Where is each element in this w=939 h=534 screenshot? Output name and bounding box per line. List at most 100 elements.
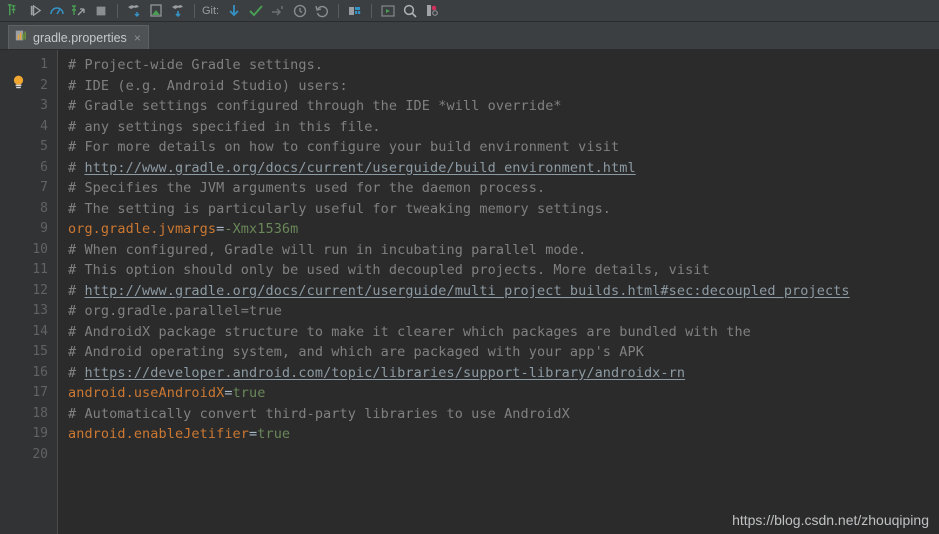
- line-number: 1: [40, 57, 48, 72]
- property-key: org.gradle.jvmargs: [68, 221, 217, 237]
- line-number: 19: [32, 426, 48, 441]
- code-line[interactable]: # When configured, Gradle will run in in…: [68, 240, 939, 261]
- code-line[interactable]: # https://developer.android.com/topic/li…: [68, 363, 939, 384]
- code-line[interactable]: # This option should only be used with d…: [68, 260, 939, 281]
- property-value: -Xmx1536m: [224, 221, 299, 237]
- toolbar-separator-3: [338, 3, 340, 18]
- line-number: 9: [40, 221, 48, 236]
- code-line[interactable]: # Android operating system, and which ar…: [68, 342, 939, 363]
- code-line[interactable]: # For more details on how to configure y…: [68, 137, 939, 158]
- code-line[interactable]: # http://www.gradle.org/docs/current/use…: [68, 158, 939, 179]
- line-number-gutter: 1 2 3 4 5 6 7 8 9 10 11 12 13 14 15 16 17 18 19 20: [0, 50, 58, 534]
- comment-prefix: #: [68, 364, 85, 381]
- run-anything-icon[interactable]: [377, 1, 399, 21]
- layout-editor-icon[interactable]: [344, 1, 366, 21]
- property-value: true: [232, 385, 266, 401]
- vcs-push-icon[interactable]: [267, 1, 289, 21]
- properties-file-icon: [15, 29, 28, 47]
- main-toolbar: Git:: [0, 0, 939, 22]
- line-number: 15: [32, 344, 48, 359]
- tab-label: gradle.properties: [33, 30, 127, 45]
- comment-text: # any settings specified in this file.: [68, 118, 381, 135]
- line-number: 2: [40, 77, 48, 93]
- vcs-rollback-icon[interactable]: [311, 1, 333, 21]
- comment-text: # Android operating system, and which ar…: [68, 344, 644, 360]
- comment-text: # When configured, Gradle will run in in…: [68, 241, 587, 258]
- line-number: 17: [32, 385, 48, 400]
- comment-text: # IDE (e.g. Android Studio) users:: [68, 77, 348, 94]
- code-line[interactable]: # http://www.gradle.org/docs/current/use…: [68, 281, 939, 302]
- property-key: android.useAndroidX: [68, 385, 225, 401]
- toolbar-separator-4: [371, 3, 373, 18]
- code-line[interactable]: [68, 445, 939, 466]
- search-icon[interactable]: [399, 1, 421, 21]
- code-line[interactable]: android.useAndroidX=true: [68, 383, 939, 404]
- code-content[interactable]: # Project-wide Gradle settings. # IDE (e.…: [58, 50, 939, 534]
- line-number: 3: [40, 98, 48, 113]
- code-line[interactable]: # IDE (e.g. Android Studio) users:: [68, 76, 939, 97]
- comment-prefix: #: [68, 282, 85, 299]
- code-line[interactable]: org.gradle.jvmargs=-Xmx1536m: [68, 219, 939, 240]
- close-icon[interactable]: ×: [132, 32, 141, 44]
- tab-gradle-properties[interactable]: gradle.properties ×: [8, 25, 149, 49]
- equals-sign: =: [224, 385, 233, 401]
- line-number: 12: [32, 282, 48, 298]
- toolbar-separator-1: [117, 3, 118, 18]
- property-value: true: [257, 426, 291, 442]
- line-number: 20: [32, 446, 48, 462]
- code-line[interactable]: # Project-wide Gradle settings.: [68, 55, 939, 76]
- code-line[interactable]: # Gradle settings configured through the…: [68, 96, 939, 117]
- code-line[interactable]: # The setting is particularly useful for…: [68, 199, 939, 220]
- code-line[interactable]: # AndroidX package structure to make it …: [68, 322, 939, 343]
- code-line[interactable]: # Specifies the JVM arguments used for t…: [68, 178, 939, 199]
- line-number: 5: [40, 139, 48, 154]
- debug-icon[interactable]: [68, 1, 90, 21]
- vcs-update-icon[interactable]: [223, 1, 245, 21]
- line-number: 4: [40, 118, 48, 134]
- comment-text: # org.gradle.parallel=true: [68, 303, 282, 319]
- comment-text: # The setting is particularly useful for…: [68, 200, 612, 217]
- line-number: 14: [32, 323, 48, 339]
- code-hyperlink[interactable]: https://developer.android.com/topic/libr…: [84, 365, 685, 381]
- comment-text: # AndroidX package structure to make it …: [68, 323, 751, 340]
- sync-project-icon[interactable]: [123, 1, 145, 21]
- code-hyperlink[interactable]: http://www.gradle.org/docs/current/userg…: [84, 283, 849, 299]
- line-number: 8: [40, 200, 48, 216]
- line-number: 10: [32, 241, 48, 257]
- vcs-commit-icon[interactable]: [245, 1, 267, 21]
- line-number: 13: [32, 303, 48, 318]
- comment-text: # Automatically convert third-party libr…: [68, 405, 570, 422]
- equals-sign: =: [249, 426, 258, 442]
- avd-manager-icon[interactable]: [145, 1, 167, 21]
- stop-icon[interactable]: [90, 1, 112, 21]
- comment-prefix: #: [68, 159, 85, 176]
- comment-text: # Gradle settings configured through the…: [68, 98, 562, 114]
- comment-text: # For more details on how to configure y…: [68, 139, 620, 155]
- code-editor[interactable]: 1 2 3 4 5 6 7 8 9 10 11 12 13 14 15 16 17 18 19 20 # Projec…: [0, 50, 939, 534]
- comment-text: [68, 447, 76, 463]
- line-number: 18: [32, 405, 48, 421]
- comment-text: # Specifies the JVM arguments used for t…: [68, 180, 546, 196]
- theme-icon[interactable]: [421, 1, 443, 21]
- vcs-group-label: Git:: [202, 4, 220, 17]
- comment-text: # This option should only be used with d…: [68, 262, 710, 278]
- line-number: 6: [40, 159, 48, 175]
- line-number: 11: [32, 262, 48, 277]
- toolbar-separator-2: [194, 3, 195, 18]
- run-icon[interactable]: [24, 1, 46, 21]
- code-line[interactable]: android.enableJetifier=true: [68, 424, 939, 445]
- sdk-manager-icon[interactable]: [167, 1, 189, 21]
- update-project-icon[interactable]: [2, 1, 24, 21]
- code-hyperlink[interactable]: http://www.gradle.org/docs/current/userg…: [84, 160, 635, 176]
- profile-icon[interactable]: [46, 1, 68, 21]
- comment-text: # Project-wide Gradle settings.: [68, 57, 324, 73]
- code-line[interactable]: # Automatically convert third-party libr…: [68, 404, 939, 425]
- vcs-history-icon[interactable]: [289, 1, 311, 21]
- code-line[interactable]: # any settings specified in this file.: [68, 117, 939, 138]
- code-line[interactable]: # org.gradle.parallel=true: [68, 301, 939, 322]
- line-number: 7: [40, 180, 48, 195]
- property-key: android.enableJetifier: [68, 426, 250, 442]
- editor-tab-strip: gradle.properties ×: [0, 22, 939, 50]
- watermark-text: https://blog.csdn.net/zhouqiping: [732, 512, 929, 528]
- line-number: 16: [32, 364, 48, 380]
